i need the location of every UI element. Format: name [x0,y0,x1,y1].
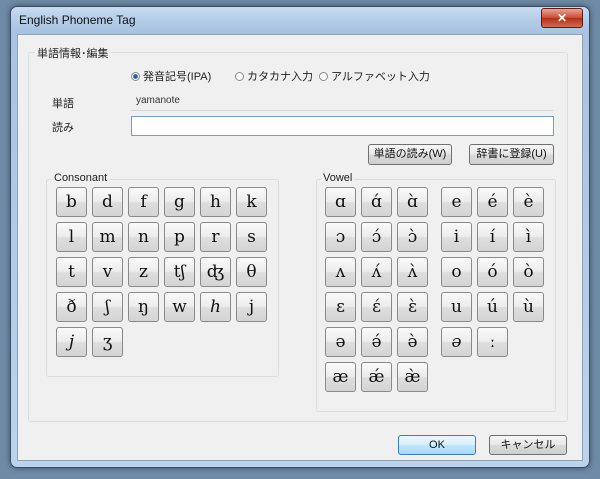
vowel-key[interactable]: è [513,187,544,217]
radio-alphabet-indicator [319,71,328,81]
vowel-key[interactable]: ǽ [361,362,392,392]
consonant-key[interactable]: k [236,187,267,217]
vowel-key[interactable]: i [441,222,472,252]
consonant-key[interactable]: s [236,222,267,252]
vowel-key[interactable]: ː [477,327,508,357]
vowel-key[interactable]: ó [477,257,508,287]
consonant-key[interactable]: j [56,327,87,357]
vowel-key[interactable]: ɑ́ [361,187,392,217]
consonant-key[interactable]: tʃ [164,257,195,287]
consonant-legend: Consonant [52,172,110,184]
consonant-key[interactable]: ʃ [92,292,123,322]
vowel-key[interactable]: ɛ [325,292,356,322]
reading-input-value [132,121,135,133]
radio-katakana[interactable]: カタカナ入力 [235,68,313,84]
vowel-keyboard-right: eéè iíì oóò uúù əː [441,187,544,357]
vowel-key[interactable]: æ [325,362,356,392]
vowel-key[interactable]: ə́ [361,327,392,357]
consonant-key[interactable]: h [200,292,231,322]
vowel-key[interactable]: ɑ [325,187,356,217]
consonant-key[interactable]: θ [236,257,267,287]
vowel-key[interactable]: ò [513,257,544,287]
vowel-key[interactable]: ɔ̀ [397,222,428,252]
radio-katakana-indicator [235,71,244,81]
consonant-key[interactable]: n [128,222,159,252]
vowel-key[interactable]: ə [441,327,472,357]
vowel-key[interactable]: ʌ [325,257,356,287]
word-label: 単語 [52,98,74,110]
consonant-key[interactable]: h [200,187,231,217]
consonant-key[interactable]: g [164,187,195,217]
consonant-key[interactable]: ŋ [128,292,159,322]
vowel-key[interactable]: ɔ́ [361,222,392,252]
vowel-legend: Vowel [321,172,355,184]
vowel-key[interactable]: ɛ̀ [397,292,428,322]
radio-ipa[interactable]: 発音記号(IPA) [131,68,211,84]
vowel-key[interactable]: ʌ̀ [397,257,428,287]
register-dictionary-button[interactable]: 辞書に登録(U) [469,144,554,165]
vowel-key[interactable]: u [441,292,472,322]
reading-label: 読み [52,122,74,134]
consonant-key[interactable]: f [128,187,159,217]
vowel-key[interactable]: ə̀ [397,327,428,357]
vowel-key[interactable]: ù [513,292,544,322]
consonant-keyboard: b d f g h k l m n p r s t v z tʃ ʤ θ ð ʃ ŋ w h j j ʒ [56,187,267,357]
dialog-window: English Phoneme Tag ✕ 単語情報･編集 発音記号(IPA) … [10,6,590,468]
consonant-key[interactable]: t [56,257,87,287]
consonant-key[interactable]: z [128,257,159,287]
consonant-key[interactable]: l [56,222,87,252]
radio-katakana-label: カタカナ入力 [247,71,313,83]
vowel-key[interactable]: e [441,187,472,217]
vowel-key[interactable]: é [477,187,508,217]
consonant-key[interactable]: ʤ [200,257,231,287]
radio-alphabet[interactable]: アルファベット入力 [319,68,430,84]
dialog-client-area: 単語情報･編集 発音記号(IPA) カタカナ入力 アルファベット入力 単語 ya… [17,34,583,461]
consonant-key[interactable]: d [92,187,123,217]
window-title: English Phoneme Tag [19,13,136,27]
word-underline [131,110,553,111]
cancel-button[interactable]: キャンセル [489,435,567,455]
close-icon: ✕ [556,11,568,25]
consonant-key[interactable]: ð [56,292,87,322]
read-word-button[interactable]: 単語の読み(W) [368,144,452,165]
consonant-key[interactable]: v [92,257,123,287]
vowel-keyboard-left: ɑ ɑ́ ɑ̀ ɔ ɔ́ ɔ̀ ʌ ʌ́ ʌ̀ ɛ ɛ́ ɛ̀ ə ə́ ə̀ æ ǽ æ̀ [325,187,428,392]
consonant-key[interactable]: j [236,292,267,322]
vowel-key[interactable]: ì [513,222,544,252]
radio-ipa-label: 発音記号(IPA) [143,71,212,83]
consonant-key[interactable]: r [200,222,231,252]
vowel-key[interactable]: ú [477,292,508,322]
vowel-key[interactable]: ɔ [325,222,356,252]
vowel-key[interactable]: ə [325,327,356,357]
consonant-key[interactable]: m [92,222,123,252]
consonant-key[interactable]: b [56,187,87,217]
vowel-key[interactable]: í [477,222,508,252]
vowel-key[interactable]: o [441,257,472,287]
consonant-key[interactable]: p [164,222,195,252]
close-button[interactable]: ✕ [541,8,583,28]
reading-input[interactable] [131,116,554,136]
word-value: yamanote [136,95,180,106]
radio-alphabet-label: アルファベット入力 [331,71,430,83]
word-info-legend: 単語情報･編集 [35,45,111,61]
ok-button[interactable]: OK [398,435,476,455]
consonant-key[interactable]: ʒ [92,327,123,357]
title-bar[interactable]: English Phoneme Tag ✕ [11,7,589,33]
vowel-key[interactable]: ɛ́ [361,292,392,322]
vowel-key[interactable]: æ̀ [397,362,428,392]
consonant-key[interactable]: w [164,292,195,322]
vowel-key[interactable]: ʌ́ [361,257,392,287]
vowel-key[interactable]: ɑ̀ [397,187,428,217]
radio-ipa-indicator [131,71,140,81]
